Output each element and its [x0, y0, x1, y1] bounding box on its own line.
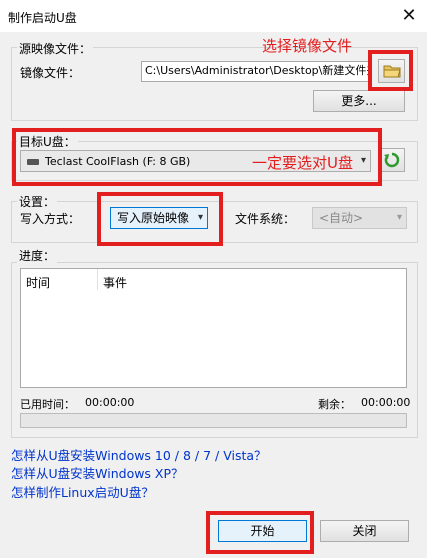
column-header-time[interactable]: 时间 — [26, 274, 50, 291]
filesystem-value: <自动> — [319, 211, 364, 225]
write-mode-label: 写入方式： — [20, 212, 81, 226]
progress-bar — [20, 413, 407, 428]
elapsed-value: 00:00:00 — [85, 396, 135, 409]
help-link-linux[interactable]: 怎样制作Linux启动U盘？ — [11, 482, 154, 501]
remaining-value: 00:00:00 — [361, 396, 411, 409]
close-icon[interactable]: ✕ — [396, 3, 422, 29]
progress-group-label: 进度： — [17, 247, 58, 264]
image-file-label: 镜像文件： — [20, 66, 81, 80]
remaining-label: 剩余： — [318, 398, 351, 411]
column-header-event[interactable]: 事件 — [103, 274, 127, 291]
chevron-down-icon: ▾ — [396, 212, 402, 223]
filesystem-select[interactable]: <自动> ▾ — [312, 207, 407, 229]
image-path-field[interactable]: C:\Users\Administrator\Desktop\新建文件夹\W — [141, 61, 369, 82]
event-list[interactable]: 时间 事件 — [20, 268, 407, 388]
annotation-select-drive: 一定要选对U盘 — [252, 154, 353, 172]
filesystem-label: 文件系统： — [235, 212, 296, 226]
window-title: 制作启动U盘 — [8, 11, 77, 25]
column-divider — [97, 269, 98, 290]
more-button[interactable]: 更多... — [313, 90, 405, 112]
help-link-winxp[interactable]: 怎样从U盘安装Windows XP？ — [11, 463, 184, 482]
annotation-box-start — [206, 511, 314, 554]
refresh-icon — [383, 152, 399, 168]
annotation-box-browse — [368, 50, 413, 91]
refresh-button[interactable] — [378, 148, 405, 172]
close-button[interactable]: 关闭 — [320, 520, 409, 542]
elapsed-label: 已用时间： — [20, 398, 75, 411]
annotation-box-write-mode — [97, 192, 223, 246]
source-group-label: 源映像文件： — [17, 40, 94, 57]
annotation-select-image: 选择镜像文件 — [262, 37, 353, 55]
settings-group-label: 设置： — [17, 193, 58, 210]
help-link-win10[interactable]: 怎样从U盘安装Windows 10 / 8 / 7 / Vista？ — [11, 445, 267, 464]
